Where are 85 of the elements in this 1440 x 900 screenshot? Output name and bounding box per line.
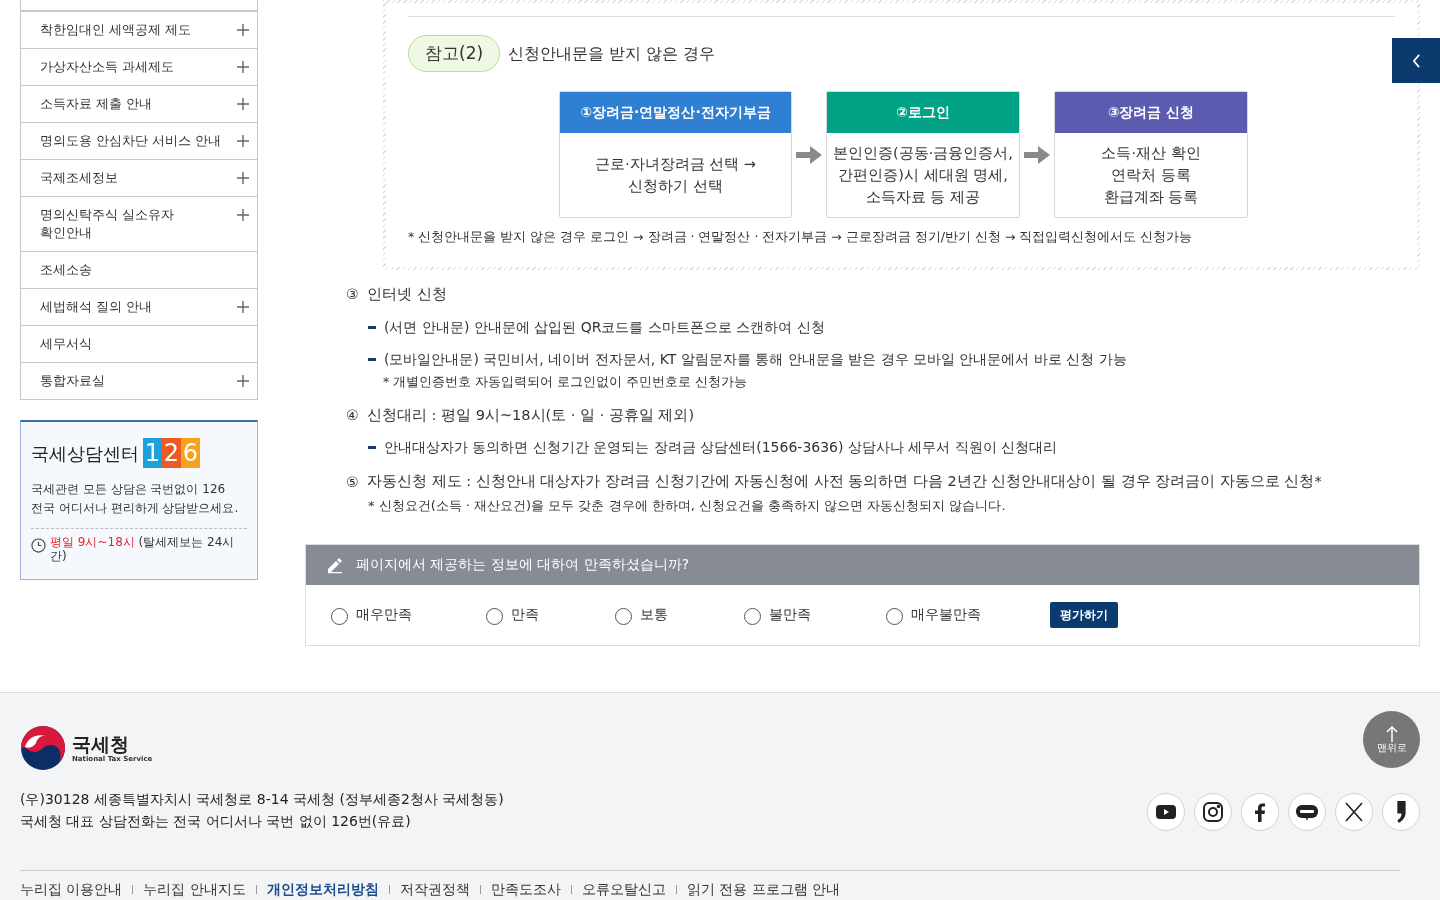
card-description: 전국 어디서나 편리하게 상담받으세요. — [31, 500, 240, 517]
footer-link[interactable]: 읽기 전용 프로그램 안내 — [686, 879, 841, 900]
clock-icon — [31, 538, 46, 553]
footer-link[interactable]: 만족도조사 — [490, 879, 561, 900]
radio-button[interactable] — [615, 608, 632, 625]
footer-address: (우)30128 세종특별자치시 국세청로 8-14 국세청 (정부세종2청사 국세청동) — [20, 790, 504, 809]
radio-button[interactable] — [486, 608, 503, 625]
radio-button[interactable] — [744, 608, 761, 625]
step-text: 환급계좌 등록 — [1103, 188, 1199, 207]
bullet-icon — [368, 325, 376, 329]
reference-title: 신청안내문을 받지 않은 경우 — [508, 42, 716, 65]
rating-option[interactable]: 만족 — [486, 604, 615, 625]
footer-link[interactable]: 누리집 안내지도 — [143, 879, 246, 900]
sidebar-item[interactable]: 소득자료 제출 안내 — [21, 85, 257, 122]
chevron-left-icon — [1411, 53, 1421, 68]
card-description: 국세관련 모든 상담은 국번없이 126 — [31, 481, 227, 498]
comma-icon — [1396, 801, 1406, 823]
social-link[interactable] — [1382, 793, 1420, 831]
x-icon — [1342, 800, 1366, 824]
logo-icon — [20, 725, 66, 771]
rating-option[interactable]: 불만족 — [744, 604, 886, 625]
bullet-text: (서면 안내문) 안내문에 삽입된 QR코드를 스마트폰으로 스캔하여 신청 — [384, 317, 825, 337]
section-note: * 신청요건(소득 · 재산요건)을 모두 갖춘 경우에 한하며, 신청요건을 충족하지 않으면 자동신청되지 않습니다. — [368, 497, 1007, 515]
step-header: ③장려금 신청 — [1055, 92, 1247, 133]
submit-button[interactable]: 평가하기 — [1050, 601, 1118, 628]
social-link[interactable] — [1194, 793, 1232, 831]
social-link[interactable] — [1288, 793, 1326, 831]
step-text: 간편인증)시 세대원 명세, — [838, 166, 1008, 185]
bullet-text: (모바일안내문) 국민비서, 네이버 전자문서, KT 알림문자를 통해 안내문을 받은 경우 모바일 안내문에서 바로 신청 가능 — [384, 349, 1127, 369]
step-text: 소득자료 등 제공 — [865, 188, 981, 207]
step-text: 신청하기 선택 — [628, 177, 723, 196]
footer-link[interactable]: 개인정보처리방침 — [266, 879, 379, 900]
card-title: 국세상담센터 — [31, 441, 139, 466]
sidebar-item[interactable]: 통합자료실 — [21, 362, 257, 399]
sidebar-item[interactable]: 가상자산소득 과세제도 — [21, 48, 257, 85]
step-text: 근로·자녀장려금 선택 → — [595, 155, 756, 174]
survey-question: 페이지에서 제공하는 정보에 대하여 만족하셨습니까? — [356, 555, 690, 574]
reference-badge: 참고(2) — [408, 35, 501, 72]
logo-text: 국세청 — [72, 732, 130, 755]
bullet-text: 안내대상자가 동의하면 신청기간 운영되는 장려금 상담센터(1566-3636) 상담사나 세무서 직원이 신청대리 — [384, 438, 1058, 458]
hours-text: 평일 9시~18시 (탈세제보는 24시간) — [50, 535, 236, 563]
radio-button[interactable] — [886, 608, 903, 625]
social-link[interactable] — [1241, 793, 1279, 831]
camera-icon — [1201, 800, 1225, 824]
section-title: 신청대리 : 평일 9시~18시(토 · 일 · 공휴일 제외) — [367, 405, 695, 425]
sidebar-item[interactable]: 국제조세정보 — [21, 159, 257, 196]
logo-digit: 1 — [143, 438, 162, 468]
step-text: 본인인증(공동·금융인증서, — [833, 144, 1013, 163]
sidebar-item[interactable]: 명의도용 안심차단 서비스 안내 — [21, 122, 257, 159]
step-text: 연락처 등록 — [1111, 166, 1191, 185]
section-title: 자동신청 제도 : 신청안내 대상자가 장려금 신청기간에 자동신청에 사전 동의하면 다음 2년간 신청안내대상이 될 경우 장려금이 자동으로 신청* — [367, 472, 1322, 492]
footer-link[interactable]: 저작권정책 — [399, 879, 470, 900]
radio-button[interactable] — [331, 608, 348, 625]
reference-note: * 신청안내문을 받지 않은 경우 로그인 → 장려금 · 연말정산 · 전자기부금 → 근로장려금 정기/반기 신청 → 직접입력신청에서도 신청가능 — [408, 228, 1194, 246]
step-text: 소득·재산 확인 — [1101, 144, 1201, 163]
section-title: 인터넷 신청 — [367, 285, 447, 304]
footer-address: 국세청 대표 상담전화는 전국 어디서나 국번 없이 126번(유료) — [20, 812, 411, 831]
sidebar-item[interactable]: 세무서식 — [21, 325, 257, 362]
footer-link[interactable]: 오류오탈신고 — [581, 879, 666, 900]
back-to-top-button[interactable]: 맨위로 — [1363, 711, 1420, 768]
bullet-note: * 개별인증번호 자동입력되어 로그인없이 주민번호로 신청가능 — [383, 372, 749, 391]
step-header: ②로그인 — [827, 92, 1019, 133]
sidebar-item[interactable]: 착한임대인 세액공제 제도 — [21, 11, 257, 48]
side-toggle-button[interactable] — [1392, 38, 1440, 83]
step-header: ①장려금·연말정산·전자기부금 — [560, 92, 791, 133]
arrow-icon — [796, 145, 822, 164]
social-link[interactable] — [1335, 793, 1373, 831]
arrow-icon — [1024, 145, 1050, 164]
section-number: ④ — [346, 405, 360, 425]
section-number: ③ — [346, 285, 360, 305]
footer-link[interactable]: 누리집 이용안내 — [20, 879, 123, 900]
logo-digit: 2 — [162, 438, 181, 468]
pencil-icon — [326, 555, 344, 574]
bullet-icon — [368, 446, 376, 450]
rating-option[interactable]: 보통 — [615, 604, 744, 625]
arrow-up-icon — [1385, 725, 1398, 742]
logo-digit: 6 — [181, 438, 200, 468]
sidebar-item[interactable]: 조세소송 — [21, 251, 257, 288]
bullet-icon — [368, 357, 376, 361]
social-link[interactable] — [1147, 793, 1185, 831]
sidebar-item[interactable]: 세법해석 질의 안내 — [21, 288, 257, 325]
section-number: ⑤ — [346, 472, 360, 492]
rating-option[interactable]: 매우만족 — [331, 604, 486, 625]
sidebar-item[interactable]: 명의신탁주식 실소유자 확인안내 — [21, 196, 257, 251]
rating-option[interactable]: 매우불만족 — [886, 604, 1050, 625]
